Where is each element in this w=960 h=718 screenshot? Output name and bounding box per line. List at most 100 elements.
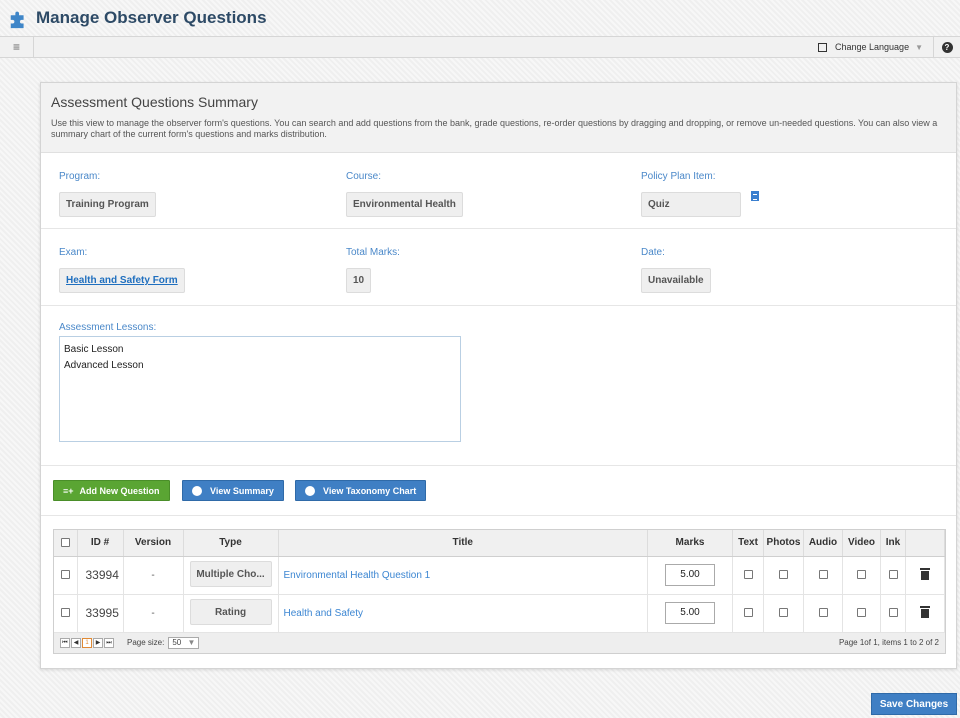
video-checkbox[interactable]: [857, 570, 866, 580]
course-field: Course: Environmental Health: [346, 171, 463, 217]
marks-input[interactable]: 5.00: [665, 564, 715, 586]
table-row[interactable]: 33994 - Multiple Cho... Environmental He…: [54, 556, 945, 595]
pager-info: Page 1of 1, items 1 to 2 of 2: [838, 638, 939, 647]
view-taxonomy-label: View Taxonomy Chart: [323, 485, 417, 496]
row-select-cell: [54, 594, 78, 633]
row-checkbox[interactable]: [60, 570, 70, 580]
col-header-title[interactable]: Title: [278, 530, 648, 557]
col-header-marks[interactable]: Marks: [647, 530, 733, 557]
chevron-down-icon: ▼: [187, 637, 196, 647]
question-title-link[interactable]: Environmental Health Question 1: [284, 570, 431, 581]
program-label: Program:: [59, 171, 101, 182]
video-cell: [842, 594, 881, 633]
select-all-header: [54, 530, 78, 557]
ink-cell: [880, 556, 906, 595]
info-row-1: Program: Training Program Course: Enviro…: [41, 153, 956, 229]
page-number-button[interactable]: 1: [82, 637, 92, 648]
audio-cell: [803, 594, 843, 633]
page-size-select[interactable]: 50 ▼: [168, 636, 200, 649]
date-field: Date: Unavailable: [641, 247, 711, 293]
col-header-photos[interactable]: Photos: [763, 530, 804, 557]
type-cell: Rating: [183, 594, 279, 633]
photos-checkbox[interactable]: [779, 570, 788, 580]
date-label: Date:: [641, 247, 665, 258]
exam-link[interactable]: Health and Safety Form: [66, 275, 178, 286]
summary-title: Assessment Questions Summary: [51, 94, 258, 110]
exam-field: Exam: Health and Safety Form: [59, 247, 185, 293]
pie-chart-icon: [305, 485, 315, 496]
help-button[interactable]: ?: [934, 37, 960, 57]
pie-chart-icon: [192, 485, 202, 496]
policy-plan-field: Policy Plan Item: Quiz: [641, 171, 741, 217]
change-language-dropdown[interactable]: Change Language ▼: [808, 37, 934, 57]
col-header-audio[interactable]: Audio: [803, 530, 843, 557]
col-header-id[interactable]: ID #: [77, 530, 124, 557]
row-select-cell: [54, 556, 78, 595]
col-header-text[interactable]: Text: [732, 530, 764, 557]
photos-cell: [763, 594, 804, 633]
save-changes-button[interactable]: Save Changes: [871, 693, 957, 715]
add-question-button[interactable]: ≡+ Add New Question: [53, 480, 170, 501]
assessment-summary-panel: Assessment Questions Summary Use this vi…: [40, 82, 957, 669]
photos-cell: [763, 556, 804, 595]
policy-plan-label: Policy Plan Item:: [641, 171, 716, 182]
table-row[interactable]: 33995 - Rating Health and Safety 5.00: [54, 594, 945, 633]
text-checkbox[interactable]: [743, 608, 753, 618]
course-label: Course:: [346, 171, 382, 182]
next-page-button[interactable]: ▶: [93, 637, 103, 648]
question-version: -: [123, 594, 184, 633]
language-icon: [818, 42, 827, 52]
audio-checkbox[interactable]: [818, 608, 828, 618]
first-page-button[interactable]: ⏮: [60, 637, 70, 648]
change-language-label: Change Language: [835, 42, 910, 52]
col-header-version[interactable]: Version: [123, 530, 184, 557]
marks-input[interactable]: 5.00: [665, 602, 715, 624]
view-taxonomy-button[interactable]: View Taxonomy Chart: [295, 480, 427, 501]
page-size-value: 50: [172, 637, 182, 647]
col-header-ink[interactable]: Ink: [880, 530, 906, 557]
question-type: Multiple Cho...: [189, 560, 272, 587]
puzzle-icon: [10, 11, 24, 29]
photos-checkbox[interactable]: [779, 608, 788, 618]
page-title: Manage Observer Questions: [36, 8, 267, 27]
course-value: Environmental Health: [346, 192, 463, 217]
menu-button[interactable]: ≡: [0, 37, 34, 57]
marks-cell: 5.00: [647, 556, 733, 595]
marks-cell: 5.00: [647, 594, 733, 633]
program-field: Program: Training Program: [59, 171, 156, 217]
col-header-type[interactable]: Type: [183, 530, 279, 557]
col-header-video[interactable]: Video: [842, 530, 881, 557]
trash-icon[interactable]: [920, 568, 930, 580]
lessons-list[interactable]: Basic Lesson Advanced Lesson: [59, 336, 461, 442]
delete-cell: [905, 556, 945, 595]
question-type: Rating: [189, 598, 272, 625]
lesson-item[interactable]: Advanced Lesson: [64, 358, 456, 374]
add-list-icon: ≡+: [63, 485, 74, 496]
last-page-button[interactable]: ⏭: [104, 637, 114, 648]
lessons-section: Assessment Lessons: Basic Lesson Advance…: [41, 306, 956, 466]
question-id: 33994: [77, 556, 124, 595]
total-marks-field: Total Marks: 10: [346, 247, 400, 293]
ink-checkbox[interactable]: [888, 570, 898, 580]
add-question-label: Add New Question: [79, 485, 160, 496]
document-icon[interactable]: [751, 191, 759, 201]
exam-label: Exam:: [59, 247, 88, 258]
video-cell: [842, 556, 881, 595]
audio-checkbox[interactable]: [818, 570, 828, 580]
questions-grid: ID # Version Type Title Marks Text Photo…: [53, 529, 946, 654]
chevron-down-icon: ▼: [915, 42, 923, 52]
text-checkbox[interactable]: [743, 570, 753, 580]
policy-plan-value: Quiz: [641, 192, 741, 217]
select-all-checkbox[interactable]: [60, 538, 70, 548]
question-title-link[interactable]: Health and Safety: [284, 608, 364, 619]
lesson-item[interactable]: Basic Lesson: [64, 342, 456, 358]
info-row-2: Exam: Health and Safety Form Total Marks…: [41, 229, 956, 306]
view-summary-button[interactable]: View Summary: [182, 480, 284, 501]
ink-checkbox[interactable]: [888, 608, 898, 618]
page-size-label: Page size:: [127, 638, 165, 647]
prev-page-button[interactable]: ◀: [71, 637, 81, 648]
row-checkbox[interactable]: [60, 608, 70, 618]
trash-icon[interactable]: [920, 606, 930, 618]
video-checkbox[interactable]: [857, 608, 866, 618]
title-cell: Environmental Health Question 1: [278, 556, 648, 595]
